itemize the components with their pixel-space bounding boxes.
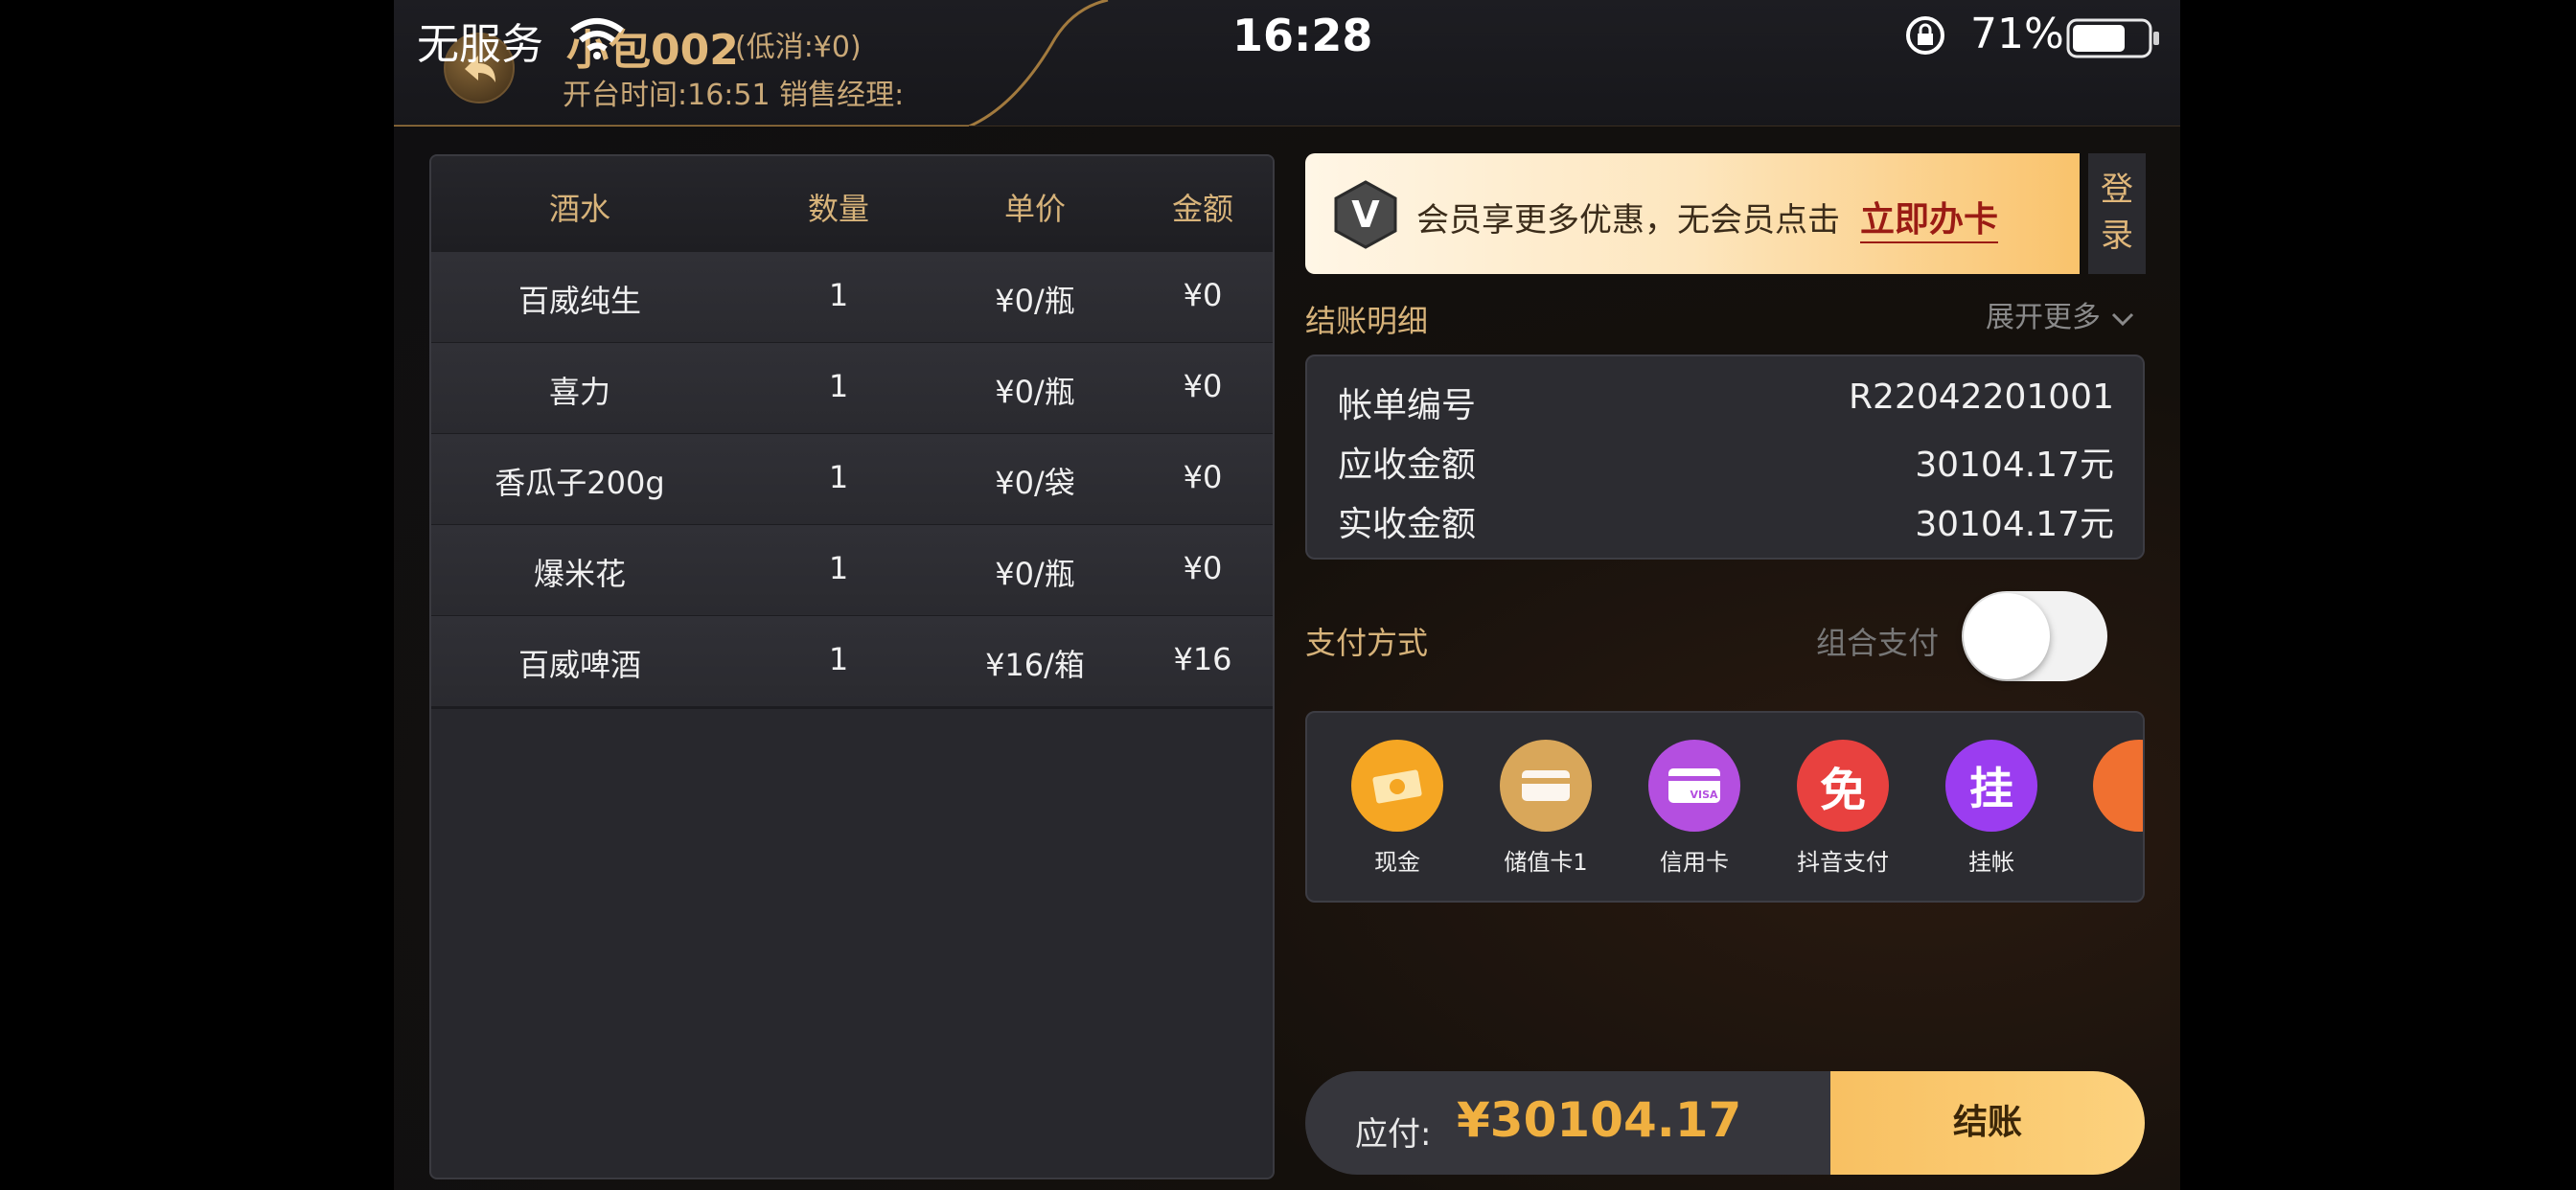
column-header-unit-price: 单价 — [1003, 191, 1066, 227]
bill-value: 30104.17元 — [1915, 505, 2114, 544]
item-unit-price: ¥0/瓶 — [995, 556, 1075, 592]
expand-more-label: 展开更多 — [1986, 301, 2101, 334]
wifi-icon — [570, 18, 624, 59]
item-name: 爆米花 — [533, 556, 626, 592]
item-amount: ¥0 — [1183, 459, 1223, 495]
column-header-amount: 金额 — [1171, 191, 1233, 227]
charge-account-glyph: 挂 — [1969, 763, 2013, 814]
amount-due-label: 应付: — [1355, 1115, 1432, 1154]
combo-pay-toggle[interactable] — [1962, 591, 2107, 681]
header: 小包002 (低消:¥0) 开台时间:16:51 销售经理: 无服务 16:28… — [394, 0, 2180, 126]
member-promo-text: 会员享更多优惠，无会员点击 — [1416, 201, 1840, 240]
pay-method-label: 信用卡 — [1660, 849, 1729, 876]
pay-method-label: 挂帐 — [1968, 849, 2014, 876]
pay-method-label: 抖音支付 — [1797, 849, 1889, 876]
member-banner[interactable]: V 会员享更多优惠，无会员点击 立即办卡 — [1305, 153, 2080, 274]
more-payment-icon[interactable] — [2093, 740, 2143, 832]
pay-method-douyin[interactable]: 免 抖音支付 — [1781, 740, 1905, 877]
clock: 16:28 — [1232, 10, 1373, 61]
min-spend: (低消:¥0) — [735, 31, 862, 64]
item-unit-price: ¥0/瓶 — [995, 374, 1075, 410]
table-row[interactable]: 喜力 1 ¥0/瓶 ¥0 — [431, 343, 1273, 436]
pay-method-stored-card[interactable]: 储值卡1 — [1484, 740, 1608, 877]
item-amount: ¥0 — [1183, 368, 1223, 404]
open-time-info: 开台时间:16:51 销售经理: — [563, 79, 905, 112]
vip-badge-letter: V — [1351, 194, 1380, 236]
app-window: 小包002 (低消:¥0) 开台时间:16:51 销售经理: 无服务 16:28… — [394, 0, 2180, 1190]
apply-card-link[interactable]: 立即办卡 — [1860, 192, 1999, 243]
item-amount: ¥16 — [1173, 641, 1232, 677]
expand-more-button[interactable]: 展开更多 — [1986, 293, 2135, 335]
bill-label: 实收金额 — [1338, 505, 1477, 544]
cash-icon — [1351, 740, 1443, 832]
item-name: 百威啤酒 — [518, 647, 641, 683]
item-qty: 1 — [828, 641, 849, 677]
pay-method-label: 储值卡1 — [1504, 849, 1588, 876]
table-row[interactable]: 爆米花 1 ¥0/瓶 ¥0 — [431, 525, 1273, 618]
amount-due-value: ¥30104.17 — [1457, 1092, 1742, 1148]
pay-method-cash[interactable]: 现金 — [1335, 740, 1460, 877]
item-name: 百威纯生 — [518, 283, 641, 319]
item-unit-price: ¥0/瓶 — [995, 283, 1075, 319]
stored-card-icon — [1500, 740, 1592, 832]
checkout-button[interactable]: 结账 — [1830, 1071, 2145, 1175]
item-qty: 1 — [828, 550, 849, 586]
column-header-item: 酒水 — [548, 191, 610, 227]
table-row[interactable]: 百威啤酒 1 ¥16/箱 ¥16 — [431, 616, 1273, 709]
bill-detail-box: 帐单编号 R22042201001 应收金额 30104.17元 实收金额 30… — [1305, 355, 2145, 560]
bill-label: 应收金额 — [1338, 446, 1477, 485]
douyin-pay-glyph: 免 — [1819, 764, 1866, 817]
douyin-pay-icon: 免 — [1797, 740, 1889, 832]
toggle-knob — [1964, 593, 2050, 679]
pay-method-label: 现金 — [1374, 849, 1420, 876]
bill-label: 帐单编号 — [1338, 386, 1477, 425]
table-row[interactable]: 百威纯生 1 ¥0/瓶 ¥0 — [431, 252, 1273, 345]
item-name: 香瓜子200g — [494, 465, 665, 501]
credit-card-glyph: VISA — [1690, 789, 1718, 801]
pay-method-charge-account[interactable]: 挂 挂帐 — [1929, 740, 2054, 877]
column-header-qty: 数量 — [807, 191, 869, 227]
item-unit-price: ¥16/箱 — [985, 647, 1085, 683]
payment-method-title: 支付方式 — [1305, 625, 1429, 661]
table-header: 酒水 数量 单价 金额 — [431, 156, 1273, 252]
bill-value: 30104.17元 — [1915, 446, 2114, 485]
login-button[interactable]: 登录 — [2088, 153, 2146, 274]
pay-method-credit-card[interactable]: VISA 信用卡 — [1632, 740, 1757, 877]
item-amount: ¥0 — [1183, 550, 1223, 586]
item-qty: 1 — [828, 368, 849, 404]
chevron-down-icon — [2111, 312, 2133, 326]
vip-badge-icon: V — [1334, 180, 1397, 249]
item-qty: 1 — [828, 459, 849, 495]
item-unit-price: ¥0/袋 — [995, 465, 1075, 501]
charge-account-icon: 挂 — [1945, 740, 2037, 832]
order-table: 酒水 数量 单价 金额 百威纯生 1 ¥0/瓶 ¥0 喜力 1 ¥0/瓶 ¥0 … — [429, 154, 1275, 1179]
carrier-status: 无服务 — [417, 20, 543, 69]
bill-value: R22042201001 — [1849, 378, 2114, 417]
payment-bar: 应付: ¥30104.17 结账 — [1305, 1071, 2145, 1175]
battery-percent: 71% — [1970, 10, 2064, 58]
battery-icon — [2066, 18, 2159, 58]
credit-card-icon: VISA — [1648, 740, 1740, 832]
table-row[interactable]: 香瓜子200g 1 ¥0/袋 ¥0 — [431, 434, 1273, 527]
bill-detail-title: 结账明细 — [1305, 303, 1429, 339]
item-amount: ¥0 — [1183, 277, 1223, 313]
item-qty: 1 — [828, 277, 849, 313]
payment-methods: 现金 储值卡1 VISA 信用卡 免 抖音支付 挂 挂帐 — [1305, 711, 2145, 903]
item-name: 喜力 — [548, 374, 610, 410]
combo-pay-label: 组合支付 — [1816, 625, 1940, 661]
rotation-lock-icon — [1906, 16, 1944, 55]
